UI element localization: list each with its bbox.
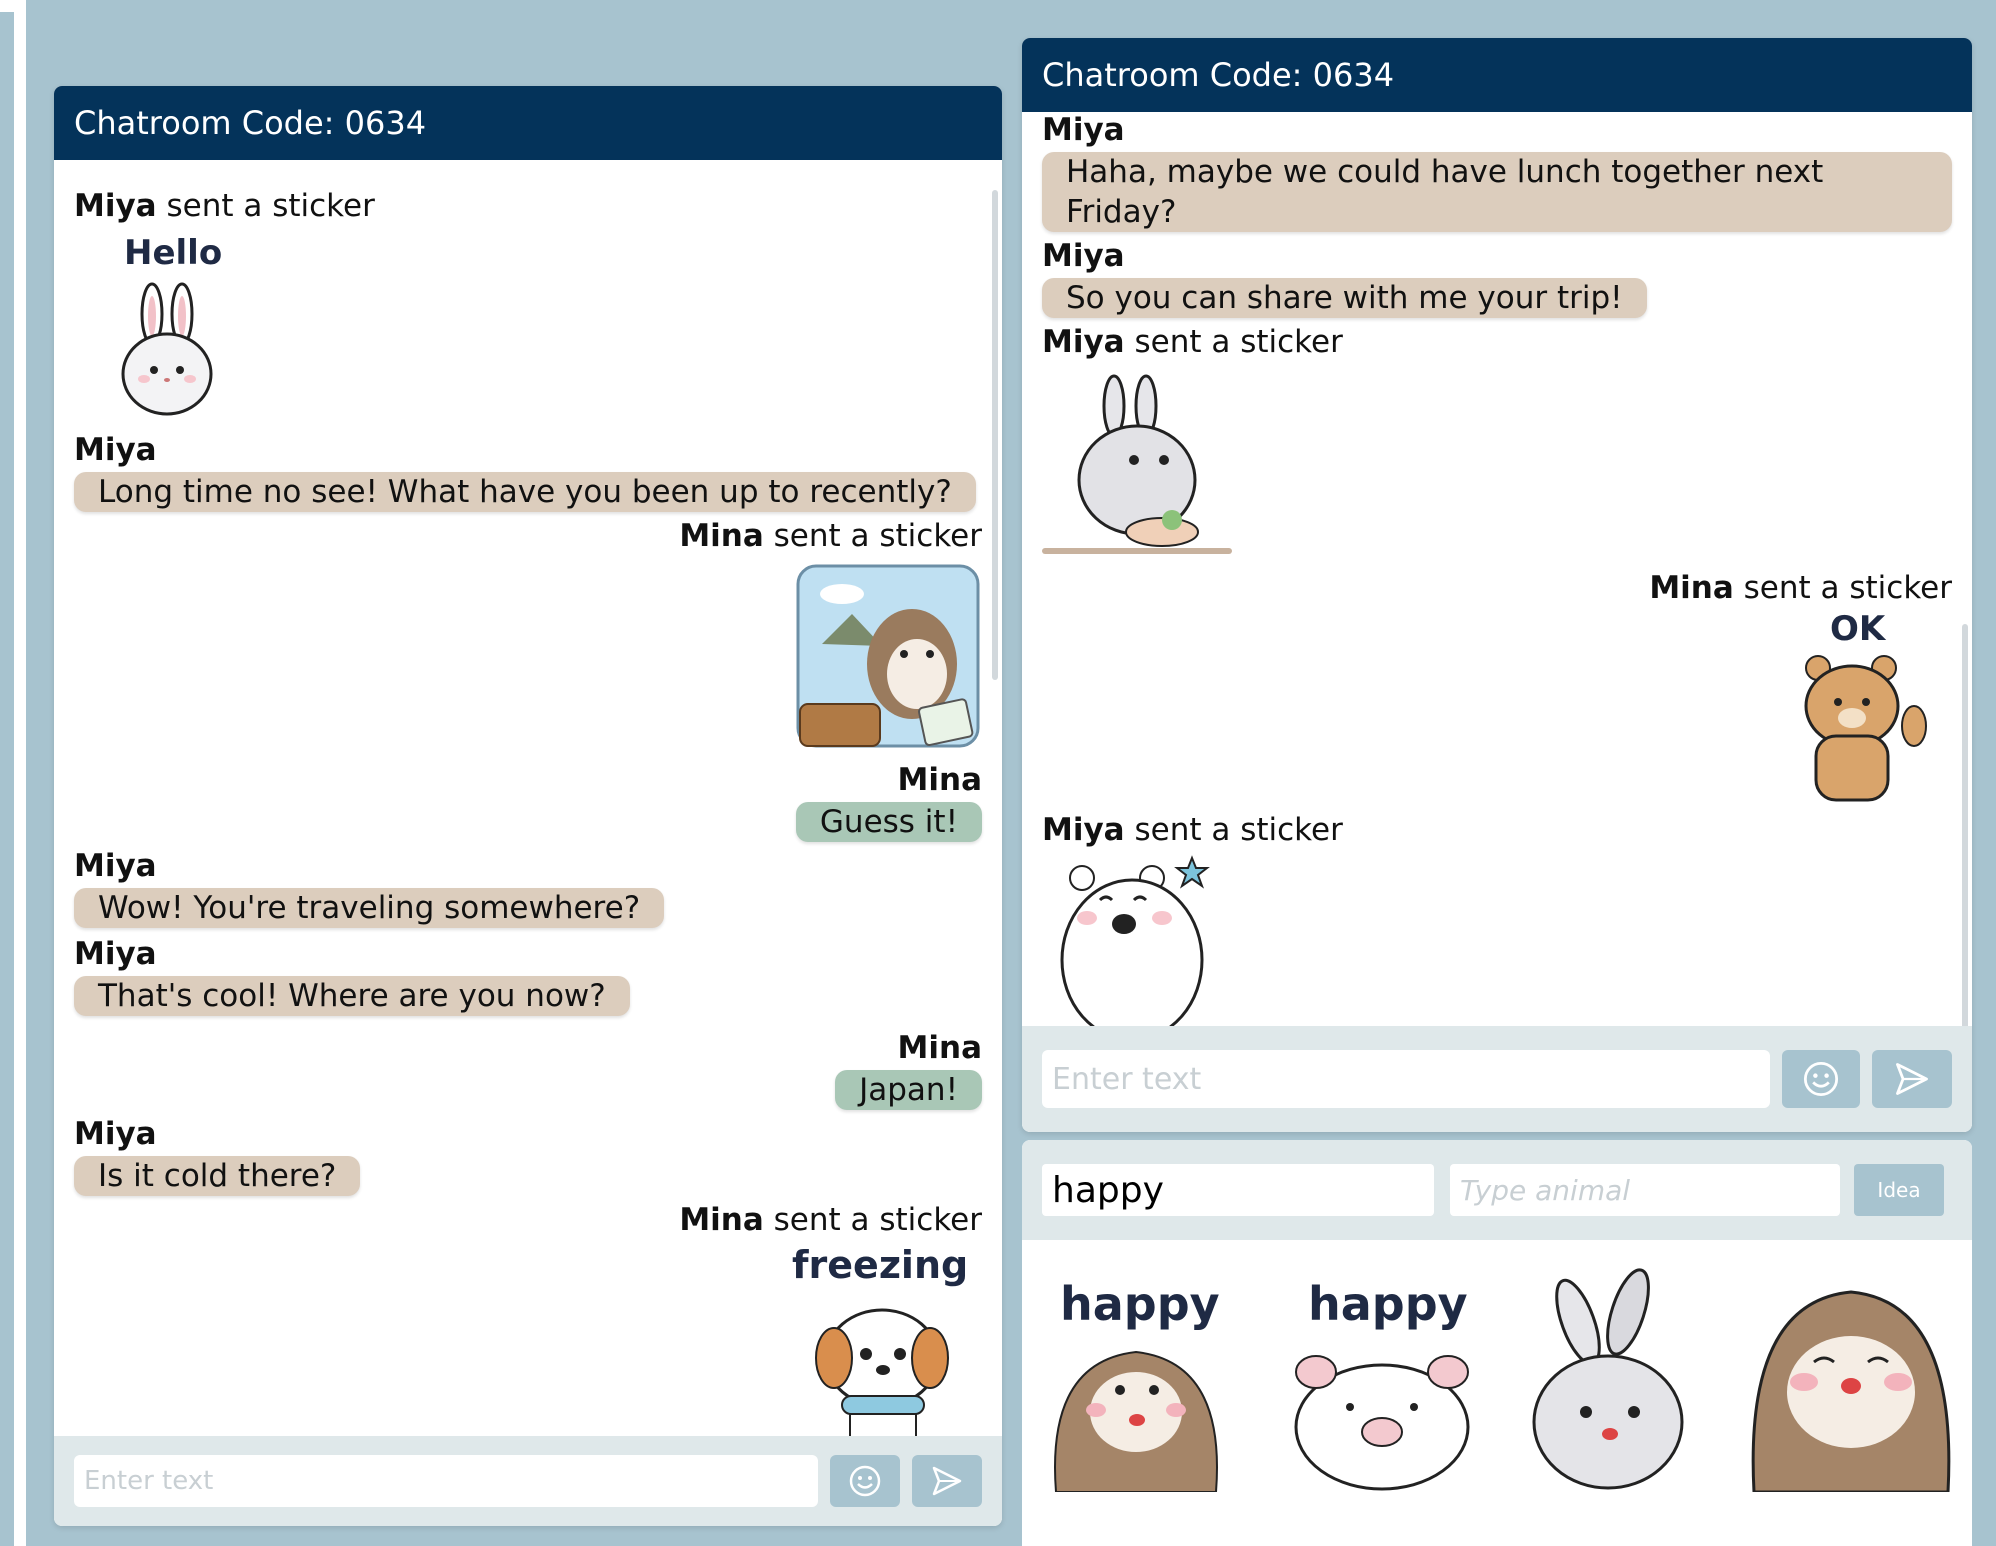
sticker-caption: OK	[1830, 609, 1887, 649]
message-bubble: Haha, maybe we could have lunch together…	[1042, 152, 1952, 232]
bunny-eating-sticker[interactable]	[1042, 360, 1242, 560]
sender-name: Mina	[679, 1202, 764, 1238]
message-item: Mina Guess it!	[74, 762, 982, 842]
message-item: Miya So you can share with me your trip!	[1042, 238, 1952, 318]
message-item: Mina sent a sticker	[74, 518, 982, 750]
sticker-caption: freezing	[792, 1243, 968, 1287]
smiley-icon	[849, 1465, 881, 1497]
otter-happy-sticker[interactable]: happy	[1036, 1262, 1250, 1492]
sticker-note: sent a sticker	[773, 1202, 982, 1238]
send-button[interactable]	[1872, 1050, 1952, 1108]
chat-window-left: Chatroom Code: 0634 Miya sent a sticker …	[54, 86, 1002, 1526]
input-bar	[54, 1436, 1002, 1526]
message-item: Miya sent a sticker	[1042, 812, 1952, 1048]
emoji-button[interactable]	[1782, 1050, 1860, 1108]
message-item: Miya Is it cold there?	[74, 1116, 982, 1196]
puppy-freezing-sticker[interactable]: freezing	[782, 1238, 982, 1436]
polar-bear-wave-sticker[interactable]	[1042, 848, 1242, 1048]
message-item: Miya sent a sticker Hello	[74, 188, 982, 420]
sender-name: Miya	[1042, 112, 1125, 148]
chatroom-code: Chatroom Code: 0634	[74, 104, 427, 142]
message-list[interactable]: Miya Haha, maybe we could have lunch tog…	[1022, 112, 1972, 1052]
message-bubble: Long time no see! What have you been up …	[74, 472, 976, 512]
keyword-input[interactable]	[1042, 1164, 1434, 1216]
message-bubble: Guess it!	[795, 802, 982, 842]
sticker-search-bar: Idea	[1022, 1140, 1972, 1240]
input-bar	[1022, 1026, 1972, 1132]
idea-button[interactable]: Idea	[1854, 1164, 1944, 1216]
sender-name: Miya	[74, 848, 157, 884]
sender-name: Mina	[679, 518, 764, 554]
animal-input[interactable]	[1450, 1164, 1840, 1216]
otter-travel-sticker[interactable]	[792, 554, 982, 750]
message-bubble: Wow! You're traveling somewhere?	[74, 888, 665, 928]
chatroom-code: Chatroom Code: 0634	[1042, 56, 1395, 94]
sticker-caption: Hello	[124, 233, 222, 273]
pig-happy-sticker[interactable]: happy	[1272, 1262, 1486, 1492]
sender-name: Mina	[1649, 570, 1734, 606]
otter-smile-sticker[interactable]	[1744, 1262, 1958, 1492]
message-input[interactable]	[74, 1455, 818, 1507]
message-item: Mina sent a sticker OK	[1042, 570, 1952, 802]
sender-name: Miya	[1042, 238, 1125, 274]
sticker-caption: happy	[1060, 1277, 1220, 1331]
message-bubble: Is it cold there?	[74, 1156, 361, 1196]
sender-name: Miya	[74, 188, 157, 224]
message-item: Miya Long time no see! What have you bee…	[74, 432, 982, 512]
chat-window-right: Chatroom Code: 0634 Miya Haha, maybe we …	[1022, 38, 1972, 1132]
sticker-note: sent a sticker	[166, 188, 375, 224]
chat-header: Chatroom Code: 0634	[1022, 38, 1972, 112]
sender-name: Miya	[74, 432, 157, 468]
message-input[interactable]	[1042, 1050, 1770, 1108]
message-item: Mina sent a sticker freezing	[74, 1202, 982, 1436]
sticker-note: sent a sticker	[1743, 570, 1952, 606]
message-bubble: So you can share with me your trip!	[1042, 278, 1647, 318]
sender-name: Mina	[897, 1030, 982, 1066]
message-item: Miya Wow! You're traveling somewhere?	[74, 848, 982, 928]
sticker-note: sent a sticker	[773, 518, 982, 554]
sender-name: Miya	[74, 936, 157, 972]
chat-header: Chatroom Code: 0634	[54, 86, 1002, 160]
message-list[interactable]: Miya sent a sticker Hello Miya Long time…	[54, 160, 1002, 1436]
send-button[interactable]	[912, 1455, 982, 1507]
message-bubble: Japan!	[835, 1070, 982, 1110]
sticker-note: sent a sticker	[1134, 812, 1343, 848]
sticker-note: sent a sticker	[1134, 324, 1343, 360]
emoji-button[interactable]	[830, 1455, 900, 1507]
message-item: Miya That's cool! Where are you now?	[74, 936, 982, 1016]
sticker-results: happy happy	[1022, 1240, 1972, 1492]
bear-ok-sticker[interactable]: OK	[1772, 606, 1952, 802]
message-item: Miya Haha, maybe we could have lunch tog…	[1042, 112, 1952, 232]
sticker-panel: Idea happy happy	[1022, 1140, 1972, 1546]
sticker-caption: happy	[1308, 1277, 1468, 1331]
bunny-hello-sticker[interactable]: Hello	[74, 224, 244, 420]
message-bubble: That's cool! Where are you now?	[74, 976, 630, 1016]
send-icon	[932, 1466, 962, 1496]
sender-name: Mina	[897, 762, 982, 798]
scrollbar[interactable]	[992, 190, 998, 680]
sender-name: Miya	[1042, 812, 1125, 848]
scrollbar[interactable]	[1962, 624, 1968, 1052]
sender-name: Miya	[74, 1116, 157, 1152]
send-icon	[1896, 1063, 1928, 1095]
message-item: Mina Japan!	[74, 1030, 982, 1110]
message-item: Miya sent a sticker	[1042, 324, 1952, 560]
bunny-happy-sticker[interactable]	[1508, 1262, 1722, 1492]
smiley-icon	[1803, 1061, 1839, 1097]
sender-name: Miya	[1042, 324, 1125, 360]
